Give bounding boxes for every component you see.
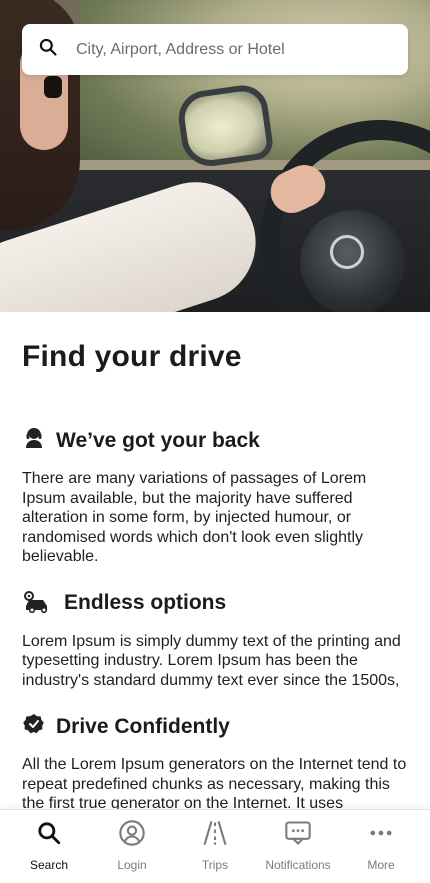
road-icon bbox=[200, 818, 230, 848]
feature-title: Drive Confidently bbox=[56, 714, 230, 738]
nav-label: More bbox=[367, 858, 395, 872]
more-dots-icon bbox=[366, 818, 396, 848]
search-icon bbox=[34, 818, 64, 848]
feature-section: We’ve got your back There are many varia… bbox=[22, 426, 408, 567]
feature-section: Endless options Lorem Ipsum is simply du… bbox=[22, 589, 408, 691]
chat-dots-icon bbox=[283, 818, 313, 848]
nav-label: Login bbox=[117, 858, 147, 872]
support-agent-icon bbox=[22, 426, 56, 455]
feature-text: There are many variations of passages of… bbox=[22, 470, 367, 565]
hero-mirror bbox=[175, 82, 275, 170]
feature-section: Drive Confidently All the Lorem Ipsum ge… bbox=[22, 712, 408, 814]
nav-notifications[interactable]: Notifications bbox=[259, 818, 337, 883]
user-circle-icon bbox=[117, 818, 147, 848]
feature-title: Endless options bbox=[64, 591, 227, 614]
feature-header: Endless options bbox=[22, 589, 408, 618]
feature-text: All the Lorem Ipsum generators on the In… bbox=[22, 756, 407, 812]
nav-login[interactable]: Login bbox=[93, 818, 171, 883]
nav-label: Notifications bbox=[265, 858, 331, 872]
verified-badge-icon bbox=[22, 712, 56, 741]
hero-sunglasses bbox=[44, 76, 62, 98]
page-title: Find your drive bbox=[22, 340, 242, 373]
nav-more[interactable]: More bbox=[342, 818, 420, 883]
bottom-navigation: Search Login Trips Notifications More bbox=[0, 809, 430, 883]
nav-label: Search bbox=[29, 858, 69, 872]
nav-search[interactable]: Search bbox=[10, 818, 88, 883]
main-content: Find your drive We’ve got your back Ther… bbox=[22, 312, 408, 814]
hero-car-logo bbox=[330, 235, 364, 269]
car-options-icon bbox=[22, 589, 64, 618]
search-input[interactable] bbox=[74, 39, 392, 60]
nav-label: Trips bbox=[201, 858, 229, 872]
feature-header: Drive Confidently bbox=[22, 712, 408, 741]
feature-title: We’ve got your back bbox=[56, 428, 260, 452]
search-icon bbox=[38, 37, 58, 62]
feature-header: We’ve got your back bbox=[22, 426, 408, 455]
feature-text: Lorem Ipsum is simply dummy text of the … bbox=[22, 632, 401, 689]
nav-trips[interactable]: Trips bbox=[176, 818, 254, 883]
search-bar[interactable] bbox=[22, 24, 408, 75]
